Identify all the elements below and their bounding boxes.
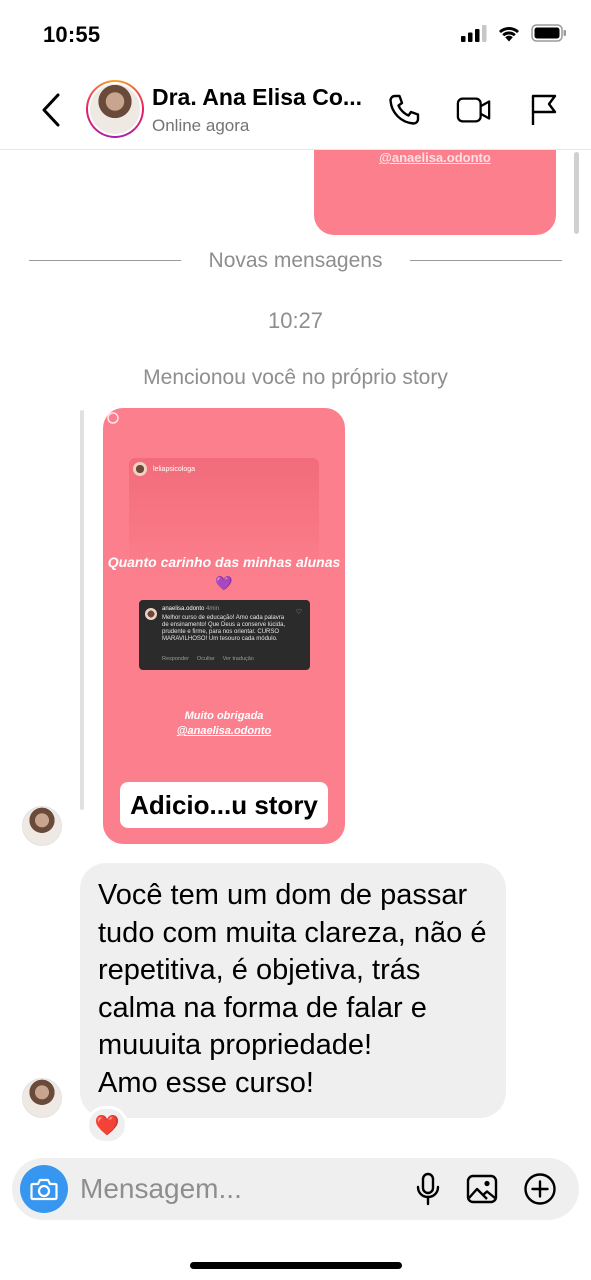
divider-label: Novas mensagens (208, 249, 383, 272)
more-options-button[interactable] (522, 1171, 558, 1207)
sender-avatar[interactable] (22, 1078, 62, 1118)
signal-icon (461, 25, 487, 42)
flag-icon (531, 94, 557, 125)
sparkle-icon (107, 412, 119, 424)
comment-actions: Responder Ocultar Ver tradução (162, 656, 254, 662)
video-camera-icon (456, 97, 491, 123)
story-username: leliapsicologa (153, 465, 196, 473)
heart-reaction[interactable]: ❤️ (86, 1106, 128, 1144)
comment-heart-icon: ♡ (295, 609, 302, 616)
story-comment-box: anaelisa.odonto 4min ♡ Melhor curso de e… (139, 600, 310, 670)
comment-header: anaelisa.odonto 4min (162, 606, 219, 612)
purple-heart-emoji: 💜 (215, 575, 233, 591)
chevron-left-icon (42, 93, 60, 127)
contact-avatar[interactable] (86, 80, 144, 138)
new-messages-divider: Novas mensagens (29, 249, 562, 273)
phone-icon (389, 94, 420, 125)
comment-time: 4min (206, 606, 220, 612)
message-timestamp: 10:27 (267, 308, 324, 333)
message-text: Você tem um dom de passar tudo com muita… (98, 879, 487, 1099)
mention-note: Mencionou você no próprio story (143, 366, 448, 389)
wifi-icon (499, 27, 519, 42)
message-composer (12, 1158, 579, 1220)
chat-header: Dra. Ana Elisa Co... Online agora (0, 70, 591, 150)
home-indicator[interactable] (190, 1262, 402, 1269)
sender-avatar[interactable] (22, 806, 62, 846)
comment-text: Melhor curso de educação! Amo cada palav… (162, 615, 286, 642)
scroll-indicator[interactable] (574, 152, 579, 234)
comment-action-hide: Ocultar (196, 656, 215, 662)
back-button[interactable] (36, 90, 66, 130)
story-mention-card[interactable]: leliapsicologa Quanto carinho das minhas… (103, 408, 345, 844)
avatar-photo (90, 84, 140, 134)
story-title: Quanto carinho das minhas alunas 💜 (103, 552, 345, 594)
story-thanks-text: Muito obrigada (184, 710, 264, 722)
camera-icon (30, 1178, 58, 1201)
contact-name[interactable]: Dra. Ana Elisa Co... (152, 84, 362, 111)
report-button[interactable] (526, 92, 562, 128)
video-call-button[interactable] (456, 92, 492, 128)
previous-story-preview[interactable]: @anaelisa.odonto (314, 150, 556, 235)
gallery-button[interactable] (464, 1171, 500, 1207)
story-thanks-handle: @anaelisa.odonto (176, 725, 272, 737)
comment-username: anaelisa.odonto (162, 606, 205, 612)
message-bubble[interactable]: Você tem um dom de passar tudo com muita… (80, 863, 506, 1118)
microphone-icon (416, 1172, 440, 1206)
image-icon (466, 1174, 498, 1204)
message-input[interactable] (80, 1171, 380, 1207)
plus-circle-icon (524, 1173, 556, 1205)
comment-action-translate: Ver tradução (222, 656, 254, 662)
audio-call-button[interactable] (386, 92, 422, 128)
add-to-story-badge[interactable]: Adicio...u story (120, 782, 328, 828)
status-icons (461, 24, 567, 42)
story-reply-bar (80, 410, 84, 810)
status-bar: 10:55 (0, 0, 591, 70)
comment-action-reply: Responder (162, 656, 189, 662)
previous-story-handle: @anaelisa.odonto (379, 150, 491, 165)
comment-avatar (145, 608, 157, 620)
voice-message-button[interactable] (410, 1171, 446, 1207)
camera-button[interactable] (20, 1165, 68, 1213)
contact-status: Online agora (152, 116, 250, 135)
story-title-text: Quanto carinho das minhas alunas (107, 554, 341, 570)
story-user-row: leliapsicologa (133, 462, 195, 476)
battery-icon (531, 24, 566, 42)
status-time: 10:55 (43, 22, 101, 47)
story-user-avatar (133, 462, 147, 476)
